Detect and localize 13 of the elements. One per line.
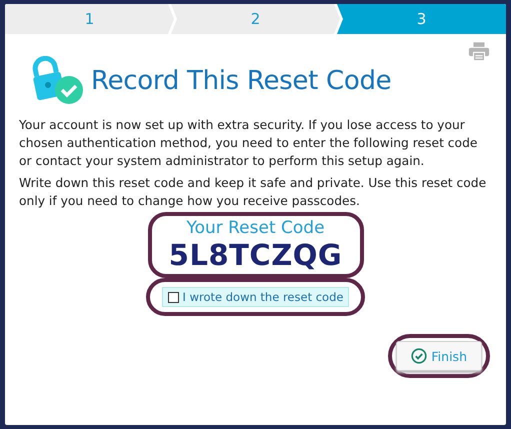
reset-code-label: Your Reset Code: [185, 218, 326, 238]
instruction-text: Your account is now set up with extra security. If you lose access to your chosen authentication method, you need to enter the following reset code or contact your system administrator to perform this setup again.: [19, 117, 478, 170]
reset-code: 5L8TCZQG: [168, 238, 344, 272]
step-tab[interactable]: 3: [337, 4, 506, 34]
page-title: Record This Reset Code: [91, 66, 392, 96]
finish-button[interactable]: Finish: [396, 341, 482, 371]
step-tab[interactable]: 1: [5, 4, 174, 34]
checkbox-label: I wrote down the reset code: [182, 290, 344, 304]
confirm-checkbox[interactable]: I wrote down the reset code: [162, 287, 350, 307]
checkbox[interactable]: [168, 292, 179, 302]
instruction-text: Write down this reset code and keep it safe and private. Use this reset code only if you need to change how you receive passcodes.: [19, 175, 488, 210]
check-circle-icon: [411, 348, 428, 364]
step-tab[interactable]: 2: [171, 4, 340, 34]
